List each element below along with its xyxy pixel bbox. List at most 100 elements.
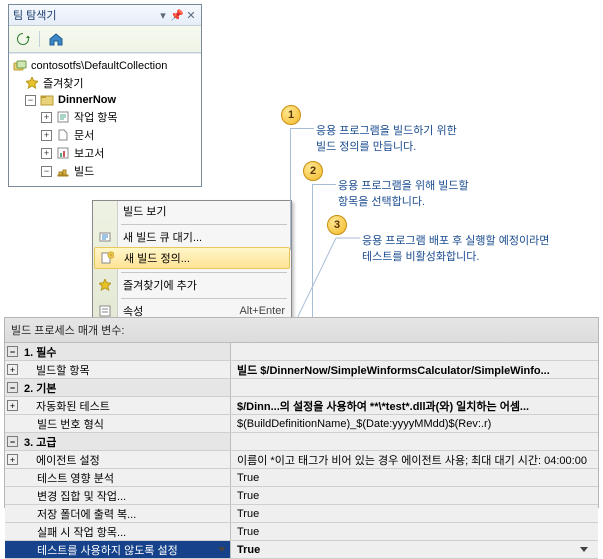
tree-project[interactable]: DinnerNow <box>13 92 197 108</box>
tree-root[interactable]: contosotfs\DefaultCollection <box>13 58 197 74</box>
expand-icon[interactable] <box>41 112 52 123</box>
row-changesets[interactable]: 변경 집합 및 작업... True <box>5 487 598 505</box>
documents-icon <box>56 128 70 142</box>
collapse-icon[interactable] <box>7 382 18 393</box>
expand-icon[interactable] <box>7 400 18 411</box>
category-advanced[interactable]: 3. 고급 <box>5 433 598 451</box>
row-build-number-format[interactable]: 빌드 번호 형식 $(BuildDefinitionName)_$(Date:y… <box>5 415 598 433</box>
tree-reports-label: 보고서 <box>74 145 104 161</box>
toolbar-divider <box>39 31 40 47</box>
prop-value <box>231 433 598 450</box>
prop-value[interactable]: True <box>231 541 598 558</box>
prop-name: 2. 기본 <box>22 380 56 396</box>
category-basic[interactable]: 2. 기본 <box>5 379 598 397</box>
tree-favorites-label: 즐겨찾기 <box>43 75 83 91</box>
row-workitem-on-fail[interactable]: 실패 시 작업 항목... True <box>5 523 598 541</box>
tree-builds[interactable]: 빌드 <box>13 162 197 180</box>
panel-toolbar <box>9 26 201 53</box>
tree-documents[interactable]: 문서 <box>13 126 197 144</box>
build-process-parameters: 빌드 프로세스 매개 변수: 1. 필수 빌드할 항목 빌드 $/DinnerN… <box>4 317 599 508</box>
menu-new-build-definition[interactable]: 새 빌드 정의... <box>94 247 290 269</box>
tree-reports[interactable]: 보고서 <box>13 144 197 162</box>
prop-name: 테스트 영향 분석 <box>23 470 114 486</box>
row-disable-tests[interactable]: 테스트를 사용하지 않도록 설정 True <box>5 541 598 559</box>
prop-name: 저장 폴더에 출력 복... <box>23 506 136 522</box>
menu-view-builds[interactable]: 빌드 보기 <box>93 201 291 221</box>
menu-hotkey: Alt+Enter <box>239 305 285 317</box>
prop-value <box>231 379 598 396</box>
row-copy-drop[interactable]: 저장 폴더에 출력 복... True <box>5 505 598 523</box>
collapse-icon[interactable] <box>7 346 18 357</box>
workitems-icon <box>56 110 70 124</box>
callout-1-text: 응용 프로그램을 빌드하기 위한 빌드 정의를 만듭니다. <box>316 122 457 154</box>
prop-value[interactable]: 빌드 $/DinnerNow/SimpleWinformsCalculator/… <box>231 361 598 378</box>
tree-builds-label: 빌드 <box>74 163 94 179</box>
category-required[interactable]: 1. 필수 <box>5 343 598 361</box>
prop-name: 실패 시 작업 항목... <box>23 524 126 540</box>
prop-value[interactable]: True <box>231 469 598 486</box>
panel-title: 팀 탐색기 <box>13 7 155 23</box>
chevron-down-icon[interactable] <box>218 547 226 552</box>
prop-name: 빌드 번호 형식 <box>23 416 104 432</box>
tree-favorites[interactable]: 즐겨찾기 <box>13 74 197 92</box>
prop-value <box>231 343 598 360</box>
refresh-button[interactable] <box>13 29 33 49</box>
tree-project-label: DinnerNow <box>58 94 116 106</box>
expand-icon[interactable] <box>7 454 18 465</box>
collapse-icon[interactable] <box>7 436 18 447</box>
callout-line1: 응용 프로그램을 빌드하기 위한 <box>316 122 457 138</box>
project-icon <box>40 93 54 107</box>
prop-name: 빌드할 항목 <box>22 362 90 378</box>
star-icon <box>97 277 113 293</box>
context-menu: 빌드 보기 새 빌드 큐 대기... 새 빌드 정의... 즐겨찾기에 추가 속… <box>92 200 292 322</box>
queue-icon <box>97 229 113 245</box>
tree-workitems[interactable]: 작업 항목 <box>13 108 197 126</box>
pin-icon[interactable]: 📌 <box>171 9 183 21</box>
prop-name: 3. 고급 <box>22 434 56 450</box>
collapse-icon[interactable] <box>25 95 36 106</box>
row-automated-tests[interactable]: 자동화된 테스트 $/Dinn...의 설정을 사용하여 **\*test*.d… <box>5 397 598 415</box>
prop-value[interactable]: True <box>231 523 598 540</box>
prop-value[interactable]: $(BuildDefinitionName)_$(Date:yyyyMMdd)$… <box>231 415 598 432</box>
prop-value[interactable]: $/Dinn...의 설정을 사용하여 **\*test*.dll과(와) 일치… <box>231 397 598 414</box>
prop-value[interactable]: True <box>231 487 598 504</box>
callout-badge-3: 3 <box>327 215 347 235</box>
row-agent-settings[interactable]: 에이전트 설정 이름이 *이고 태그가 비어 있는 경우 에이전트 사용; 최대… <box>5 451 598 469</box>
new-def-icon <box>99 250 115 266</box>
callout-line1: 응용 프로그램을 위해 빌드할 <box>338 177 469 193</box>
expand-icon[interactable] <box>41 148 52 159</box>
prop-name: 테스트를 사용하지 않도록 설정 <box>23 542 178 558</box>
prop-name: 변경 집합 및 작업... <box>23 488 126 504</box>
menu-label: 빌드 보기 <box>123 203 167 219</box>
star-icon <box>25 76 39 90</box>
menu-add-favorite[interactable]: 즐겨찾기에 추가 <box>93 275 291 295</box>
props-title: 빌드 프로세스 매개 변수: <box>5 318 598 343</box>
prop-value[interactable]: True <box>231 505 598 522</box>
row-test-impact[interactable]: 테스트 영향 분석 True <box>5 469 598 487</box>
home-button[interactable] <box>46 29 66 49</box>
callout-badge-2: 2 <box>303 161 323 181</box>
team-explorer-panel: 팀 탐색기 ▾ 📌 ✕ contosotfs\DefaultCollection… <box>8 4 202 187</box>
callout-line <box>290 128 291 250</box>
expand-icon[interactable] <box>41 130 52 141</box>
tree-root-label: contosotfs\DefaultCollection <box>31 60 167 72</box>
menu-queue-new-build[interactable]: 새 빌드 큐 대기... <box>93 227 291 247</box>
prop-value[interactable]: 이름이 *이고 태그가 비어 있는 경우 에이전트 사용; 최대 대기 시간: … <box>231 451 598 468</box>
dropdown-icon[interactable]: ▾ <box>157 9 169 21</box>
callout-line1: 응용 프로그램 배포 후 실행할 예정이라면 <box>362 232 549 248</box>
row-items-to-build[interactable]: 빌드할 항목 빌드 $/DinnerNow/SimpleWinformsCalc… <box>5 361 598 379</box>
callout-line2: 빌드 정의를 만듭니다. <box>316 138 457 154</box>
collection-icon <box>13 59 27 73</box>
close-icon[interactable]: ✕ <box>185 9 197 21</box>
dropdown-icon[interactable] <box>580 547 588 552</box>
menu-label: 새 빌드 큐 대기... <box>123 229 202 245</box>
menu-label: 즐겨찾기에 추가 <box>123 277 197 293</box>
tree-view: contosotfs\DefaultCollection 즐겨찾기 Dinner… <box>9 53 201 186</box>
expand-icon[interactable] <box>7 364 18 375</box>
prop-name: 1. 필수 <box>22 344 56 360</box>
tree-documents-label: 문서 <box>74 127 94 143</box>
builds-icon <box>56 164 70 178</box>
collapse-icon[interactable] <box>41 166 52 177</box>
prop-name: 자동화된 테스트 <box>22 398 110 414</box>
callout-line <box>290 128 314 129</box>
